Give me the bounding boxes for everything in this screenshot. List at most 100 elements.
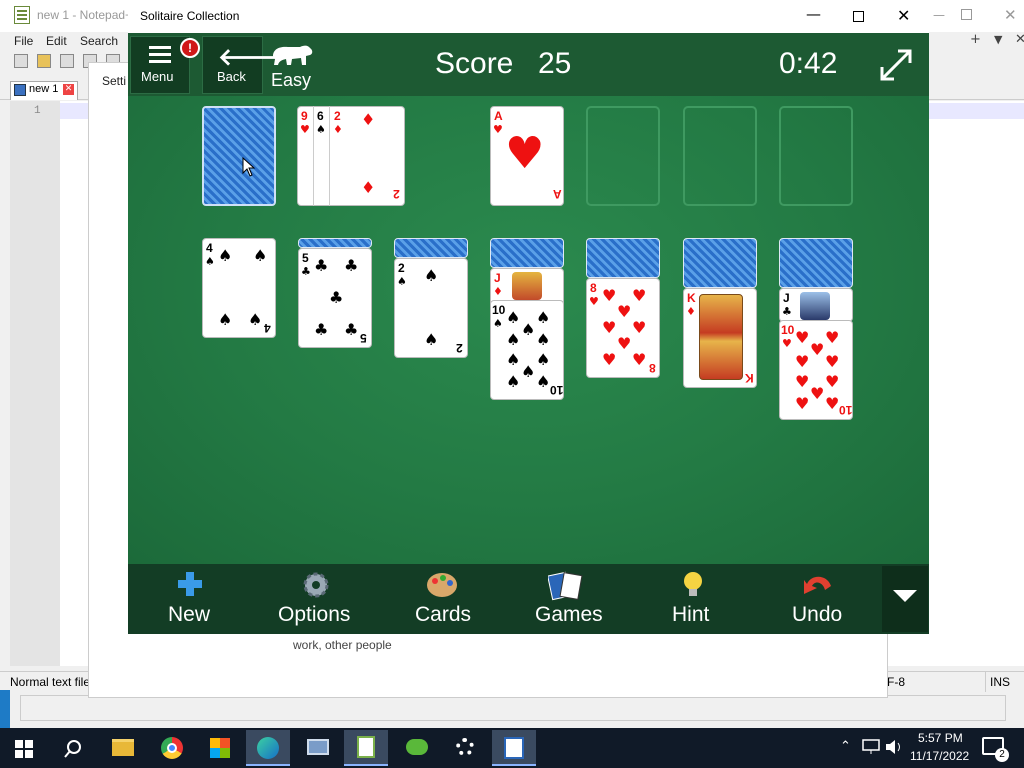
club-icon: ♣ (329, 288, 344, 307)
open-file-icon[interactable] (37, 54, 51, 68)
settings-gear-icon[interactable] (443, 730, 487, 766)
tableau-2-rank: 5 (302, 251, 309, 265)
heart-icon: ♥ (825, 328, 840, 347)
waste-card-1-suit-icon: ♥ (300, 123, 310, 136)
waste-card-3-rank: 2 (334, 109, 341, 123)
tableau-2-rank-bottom: 5 (360, 331, 367, 345)
spade-icon: ♠ (253, 246, 268, 265)
foundation-3[interactable] (683, 106, 757, 206)
stock-pile[interactable] (202, 106, 276, 206)
heart-icon: ♥ (810, 340, 825, 359)
menu-label: Menu (141, 69, 174, 84)
face-down-card (586, 238, 660, 278)
remote-desktop-icon[interactable] (296, 730, 340, 766)
settings-title: Setti (102, 74, 127, 88)
windows-start-icon[interactable] (15, 740, 33, 758)
frog-app-icon[interactable] (394, 730, 438, 766)
face-down-card (394, 238, 468, 258)
fullscreen-icon[interactable] (878, 47, 914, 83)
heart-icon: ♥ (632, 286, 647, 305)
heart-icon: ♥ (617, 334, 632, 353)
spade-icon: ♠ (205, 255, 215, 268)
gear-icon (303, 572, 329, 598)
waste-card-3-pip: ♦ (361, 110, 376, 129)
volume-icon[interactable] (885, 739, 903, 755)
tableau-1-rank: 4 (206, 241, 213, 255)
notepad-menu-file[interactable]: File (14, 34, 33, 48)
heart-icon: ♥ (825, 352, 840, 371)
chevron-up-icon[interactable]: ⌃ (840, 739, 851, 754)
line-number: 1 (34, 105, 41, 117)
tableau-7-jack-rank: J (783, 291, 790, 305)
clock-time[interactable]: 5:57 PM (918, 731, 963, 745)
new-tab-icon[interactable]: + (970, 32, 981, 47)
network-icon[interactable] (862, 739, 880, 755)
notepad-minimize-icon[interactable]: — (933, 8, 947, 22)
status-file-type: Normal text file (10, 675, 91, 689)
games-label: Games (535, 603, 603, 626)
cards-label: Cards (415, 603, 472, 626)
score-value: 25 (538, 47, 572, 80)
settings-description: work, other people (293, 638, 392, 652)
status-insert-mode: INS (990, 675, 1011, 689)
close-doc-icon[interactable]: ✕ (1015, 32, 1024, 47)
cards-icon (548, 571, 583, 601)
chevron-down-icon (893, 590, 917, 602)
card-edge (329, 106, 330, 206)
heart-icon: ♥ (602, 350, 617, 369)
heart-icon: ♥ (505, 128, 545, 179)
close-icon[interactable]: ✕ (897, 6, 910, 25)
notepad-title: new 1 - Notepad+ (37, 8, 133, 22)
search-icon[interactable] (63, 739, 83, 759)
spade-icon: ♠ (248, 310, 263, 329)
club-icon: ♣ (782, 305, 792, 318)
minimize-icon[interactable]: — (806, 5, 821, 23)
tableau-3-rank-bottom: 2 (456, 341, 463, 355)
spade-icon: ♠ (506, 330, 521, 349)
tab-list-icon[interactable]: ▼ (994, 33, 1002, 46)
waste-card-3-suit-icon: ♦ (333, 123, 343, 136)
spade-icon: ♠ (521, 362, 536, 381)
file-explorer-icon[interactable] (100, 730, 144, 766)
notepad-menu-search[interactable]: Search (80, 34, 118, 48)
spade-icon: ♠ (506, 308, 521, 327)
spade-icon: ♠ (218, 246, 233, 265)
spade-icon: ♠ (536, 330, 551, 349)
chrome-icon[interactable] (150, 730, 194, 766)
tableau-5-rank-bottom: 8 (649, 361, 656, 375)
new-file-icon[interactable] (14, 54, 28, 68)
back-label: Back (217, 69, 246, 84)
spade-icon: ♠ (536, 308, 551, 327)
heart-icon: ♥ (825, 394, 840, 413)
score-label: Score (435, 47, 514, 80)
jack-face-icon (512, 272, 542, 300)
notepad-menu-edit[interactable]: Edit (46, 34, 67, 48)
palette-icon (427, 573, 457, 597)
clock-date[interactable]: 11/17/2022 (910, 749, 969, 763)
notepad-maximize-icon[interactable] (961, 9, 972, 20)
solitaire-taskbar-icon[interactable] (492, 730, 536, 766)
tableau-5-rank: 8 (590, 281, 597, 295)
spade-icon: ♠ (536, 350, 551, 369)
notepad-app-icon (14, 6, 30, 24)
foundation-4[interactable] (779, 106, 853, 206)
plus-icon (178, 572, 202, 596)
spade-icon: ♠ (397, 275, 407, 288)
undo-icon (804, 576, 831, 594)
notepad-close-icon[interactable]: ✕ (1004, 6, 1017, 24)
tab-close-icon[interactable]: ✕ (63, 84, 74, 95)
maximize-icon[interactable] (853, 11, 864, 22)
face-down-card (683, 238, 757, 288)
edge-icon[interactable] (246, 730, 290, 766)
polar-bear-icon (273, 45, 313, 65)
store-icon[interactable] (198, 730, 242, 766)
save-icon[interactable] (60, 54, 74, 68)
heart-icon: ♥ (810, 384, 825, 403)
foundation-2[interactable] (586, 106, 660, 206)
status-separator (985, 672, 986, 692)
status-encoding: F-8 (887, 675, 905, 689)
notepad-plus-icon[interactable] (344, 730, 388, 766)
card-edge (313, 106, 314, 206)
heart-icon: ♥ (632, 318, 647, 337)
heart-icon: ♥ (617, 302, 632, 321)
